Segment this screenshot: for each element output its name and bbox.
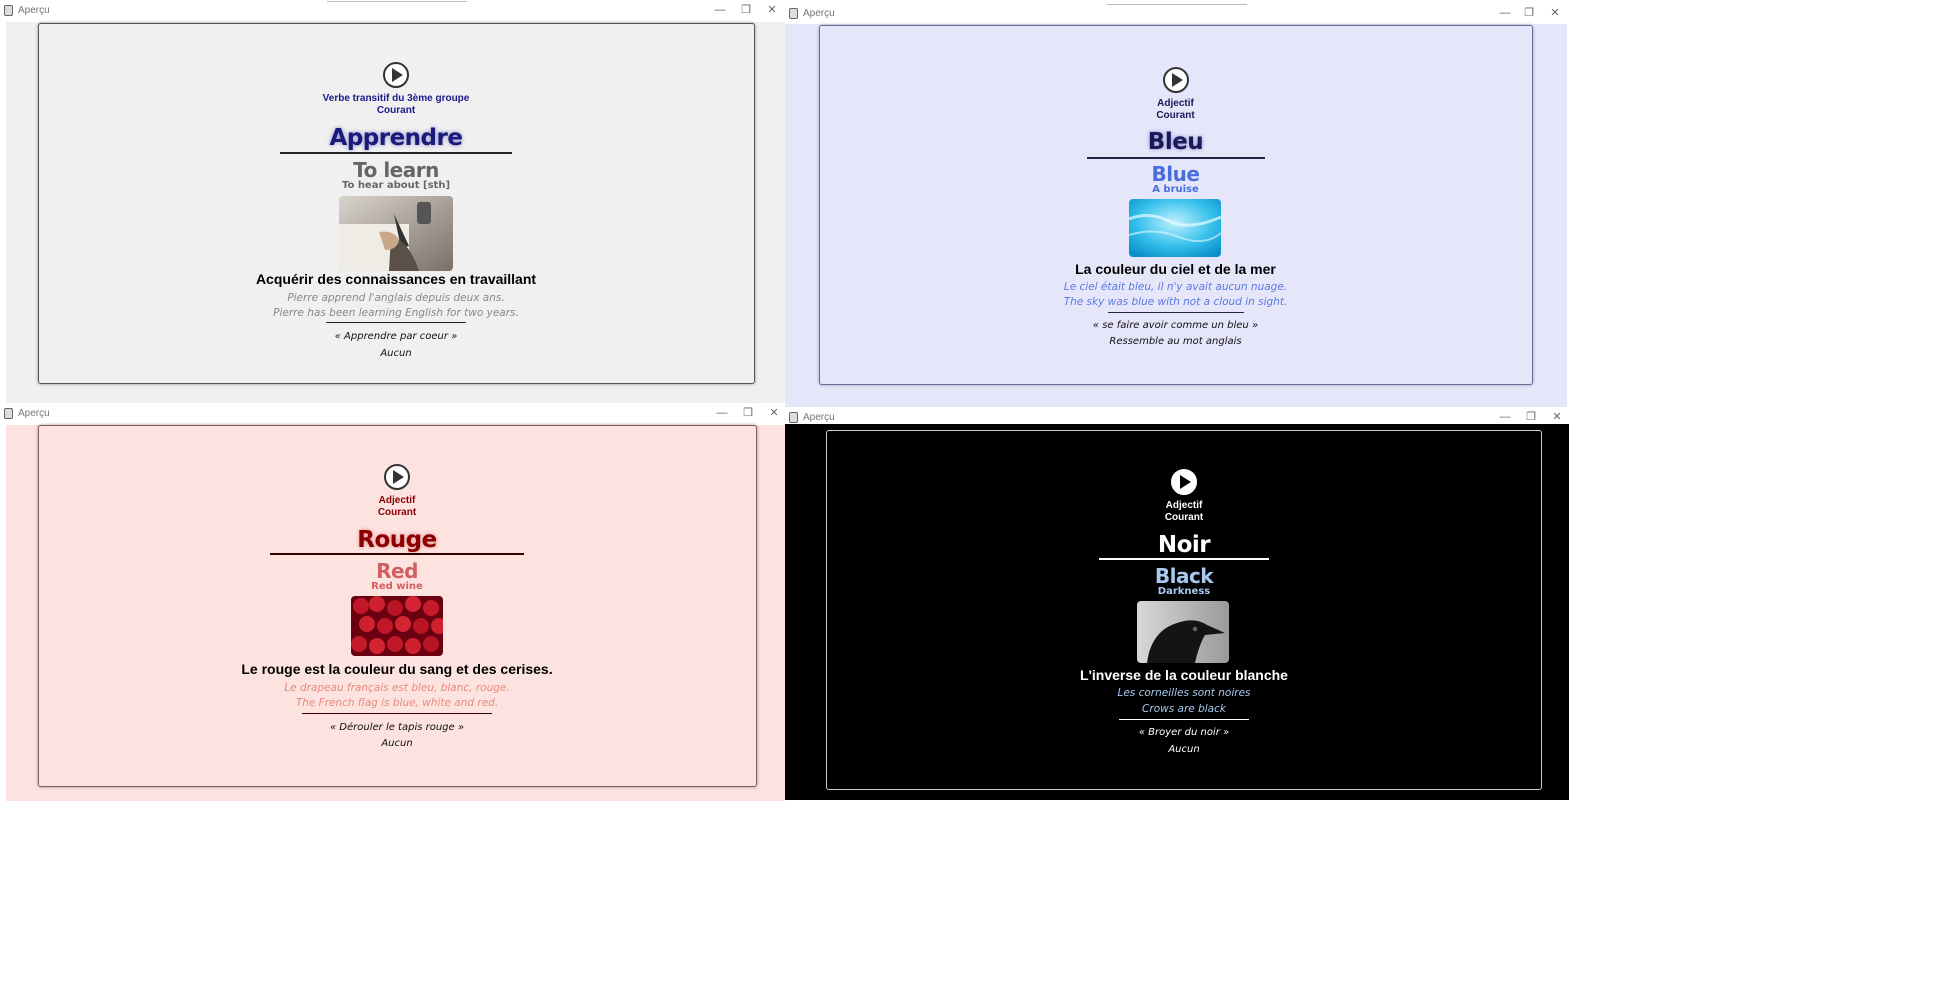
word-definition: L'inverse de la couleur blanche (1080, 667, 1288, 683)
flashcard: Verbe transitif du 3ème groupe Courant A… (38, 23, 755, 384)
window-title: Aperçu (803, 412, 835, 423)
word-translation: Red (376, 559, 418, 583)
word-definition: Le rouge est la couleur du sang et des c… (241, 661, 553, 677)
word-definition: Acquérir des connaissances en travaillan… (255, 271, 537, 287)
example-english: Pierre has been learning English for two… (273, 307, 519, 319)
word-secondary-meaning: To hear about [sth] (341, 180, 451, 191)
word-note: Aucun (381, 738, 413, 749)
word-idiom: « se faire avoir comme un bleu » (1092, 320, 1259, 331)
play-icon (392, 68, 403, 82)
word-register: Courant (377, 507, 417, 518)
play-audio-button[interactable] (1162, 67, 1189, 93)
close-button[interactable]: ✕ (1545, 409, 1569, 425)
flashcard: Adjectif Courant Noir Black Darkness L'i… (826, 430, 1542, 790)
title-bar: Aperçu — ❐ ✕ (0, 0, 785, 22)
minimize-button[interactable]: — (1493, 5, 1517, 21)
word-translation: Black (1154, 564, 1214, 588)
preview-window-2: Aperçu — ❐ ✕ Adjectif Courant Bleu Blue … (785, 0, 1957, 407)
preview-window-4: Aperçu — ❐ ✕ Adjectif Courant Noir Black… (785, 407, 1957, 1000)
example-french: Le ciel était bleu, il n'y avait aucun n… (1063, 281, 1288, 293)
headword-underline (280, 152, 512, 154)
preview-window-3: Aperçu — ❐ ✕ Adjectif Courant Rouge Red … (0, 403, 785, 1000)
play-audio-button[interactable] (383, 62, 409, 88)
word-idiom: « Dérouler le tapis rouge » (329, 722, 465, 733)
maximize-button[interactable]: ❐ (736, 405, 760, 421)
example-french: Les corneilles sont noires (1117, 687, 1251, 699)
flashcard: Adjectif Courant Rouge Red Red wine Le r… (38, 425, 757, 787)
word-headword: Rouge (357, 527, 437, 553)
play-audio-button[interactable] (384, 464, 410, 490)
word-register: Courant (376, 105, 416, 116)
blue-water-image (1128, 199, 1221, 257)
maximize-button[interactable]: ❐ (1517, 5, 1541, 21)
flashcard: Adjectif Courant Bleu Blue A bruise La c… (819, 25, 1533, 385)
app-icon (789, 8, 798, 19)
window-title: Aperçu (18, 408, 50, 419)
word-secondary-meaning: Red wine (371, 581, 423, 592)
word-note: Aucun (380, 348, 412, 359)
window-client: Adjectif Courant Noir Black Darkness L'i… (785, 424, 1569, 800)
word-headword: Noir (1157, 532, 1211, 558)
maximize-button[interactable]: ❐ (734, 2, 758, 18)
example-french: Le drapeau français est bleu, blanc, rou… (284, 682, 510, 694)
title-divider (1107, 4, 1247, 5)
headword-underline (1099, 558, 1269, 560)
play-icon (393, 470, 404, 484)
word-translation: Blue (1151, 162, 1200, 186)
play-icon (1180, 475, 1191, 489)
example-english: Crows are black (1142, 703, 1226, 715)
word-note: Aucun (1168, 744, 1200, 755)
app-icon (4, 408, 13, 419)
headword-underline (270, 553, 524, 555)
minimize-button[interactable]: — (708, 2, 732, 18)
example-english: The sky was blue with not a cloud in sig… (1063, 296, 1288, 308)
headword-underline (1086, 157, 1265, 159)
word-secondary-meaning: Darkness (1157, 586, 1211, 597)
maximize-button[interactable]: ❐ (1519, 409, 1543, 425)
word-register: Courant (1164, 512, 1204, 523)
minimize-button[interactable]: — (1493, 409, 1517, 425)
window-client: Adjectif Courant Bleu Blue A bruise La c… (785, 24, 1567, 407)
window-title: Aperçu (803, 8, 835, 19)
title-bar: Aperçu — ❐ ✕ (0, 403, 785, 425)
close-button[interactable]: ✕ (760, 2, 784, 18)
example-french: Pierre apprend l'anglais depuis deux ans… (287, 292, 505, 304)
example-underline (1119, 719, 1249, 720)
close-button[interactable]: ✕ (762, 405, 785, 421)
word-headword: Bleu (1147, 129, 1204, 155)
word-secondary-meaning: A bruise (1152, 184, 1199, 195)
writing-hand-image (339, 196, 453, 271)
play-icon (1171, 73, 1183, 87)
word-headword: Apprendre (329, 125, 463, 151)
play-audio-button[interactable] (1171, 469, 1197, 495)
example-underline (302, 713, 492, 714)
app-icon (4, 5, 13, 16)
window-client: Verbe transitif du 3ème groupe Courant A… (6, 22, 785, 407)
word-note: Ressemble au mot anglais (1109, 336, 1242, 347)
minimize-button[interactable]: — (710, 405, 734, 421)
cherries-image (351, 596, 443, 656)
title-bar: Aperçu — ❐ ✕ (785, 3, 1957, 25)
close-button[interactable]: ✕ (1543, 5, 1567, 21)
preview-window-1: Aperçu — ❐ ✕ Verbe transitif du 3ème gro… (0, 0, 785, 407)
example-english: The French flag is blue, white and red. (295, 697, 499, 709)
word-register: Courant (1156, 110, 1195, 121)
word-translation: To learn (353, 158, 439, 182)
word-definition: La couleur du ciel et de la mer (1075, 261, 1276, 277)
word-idiom: « Broyer du noir » (1138, 727, 1230, 738)
window-title: Aperçu (18, 5, 50, 16)
crow-image (1137, 601, 1229, 663)
example-underline (1107, 312, 1244, 313)
window-client: Adjectif Courant Rouge Red Red wine Le r… (6, 425, 785, 801)
example-underline (326, 322, 466, 323)
word-idiom: « Apprendre par coeur » (334, 331, 458, 342)
app-icon (789, 412, 798, 423)
title-divider (327, 1, 467, 2)
